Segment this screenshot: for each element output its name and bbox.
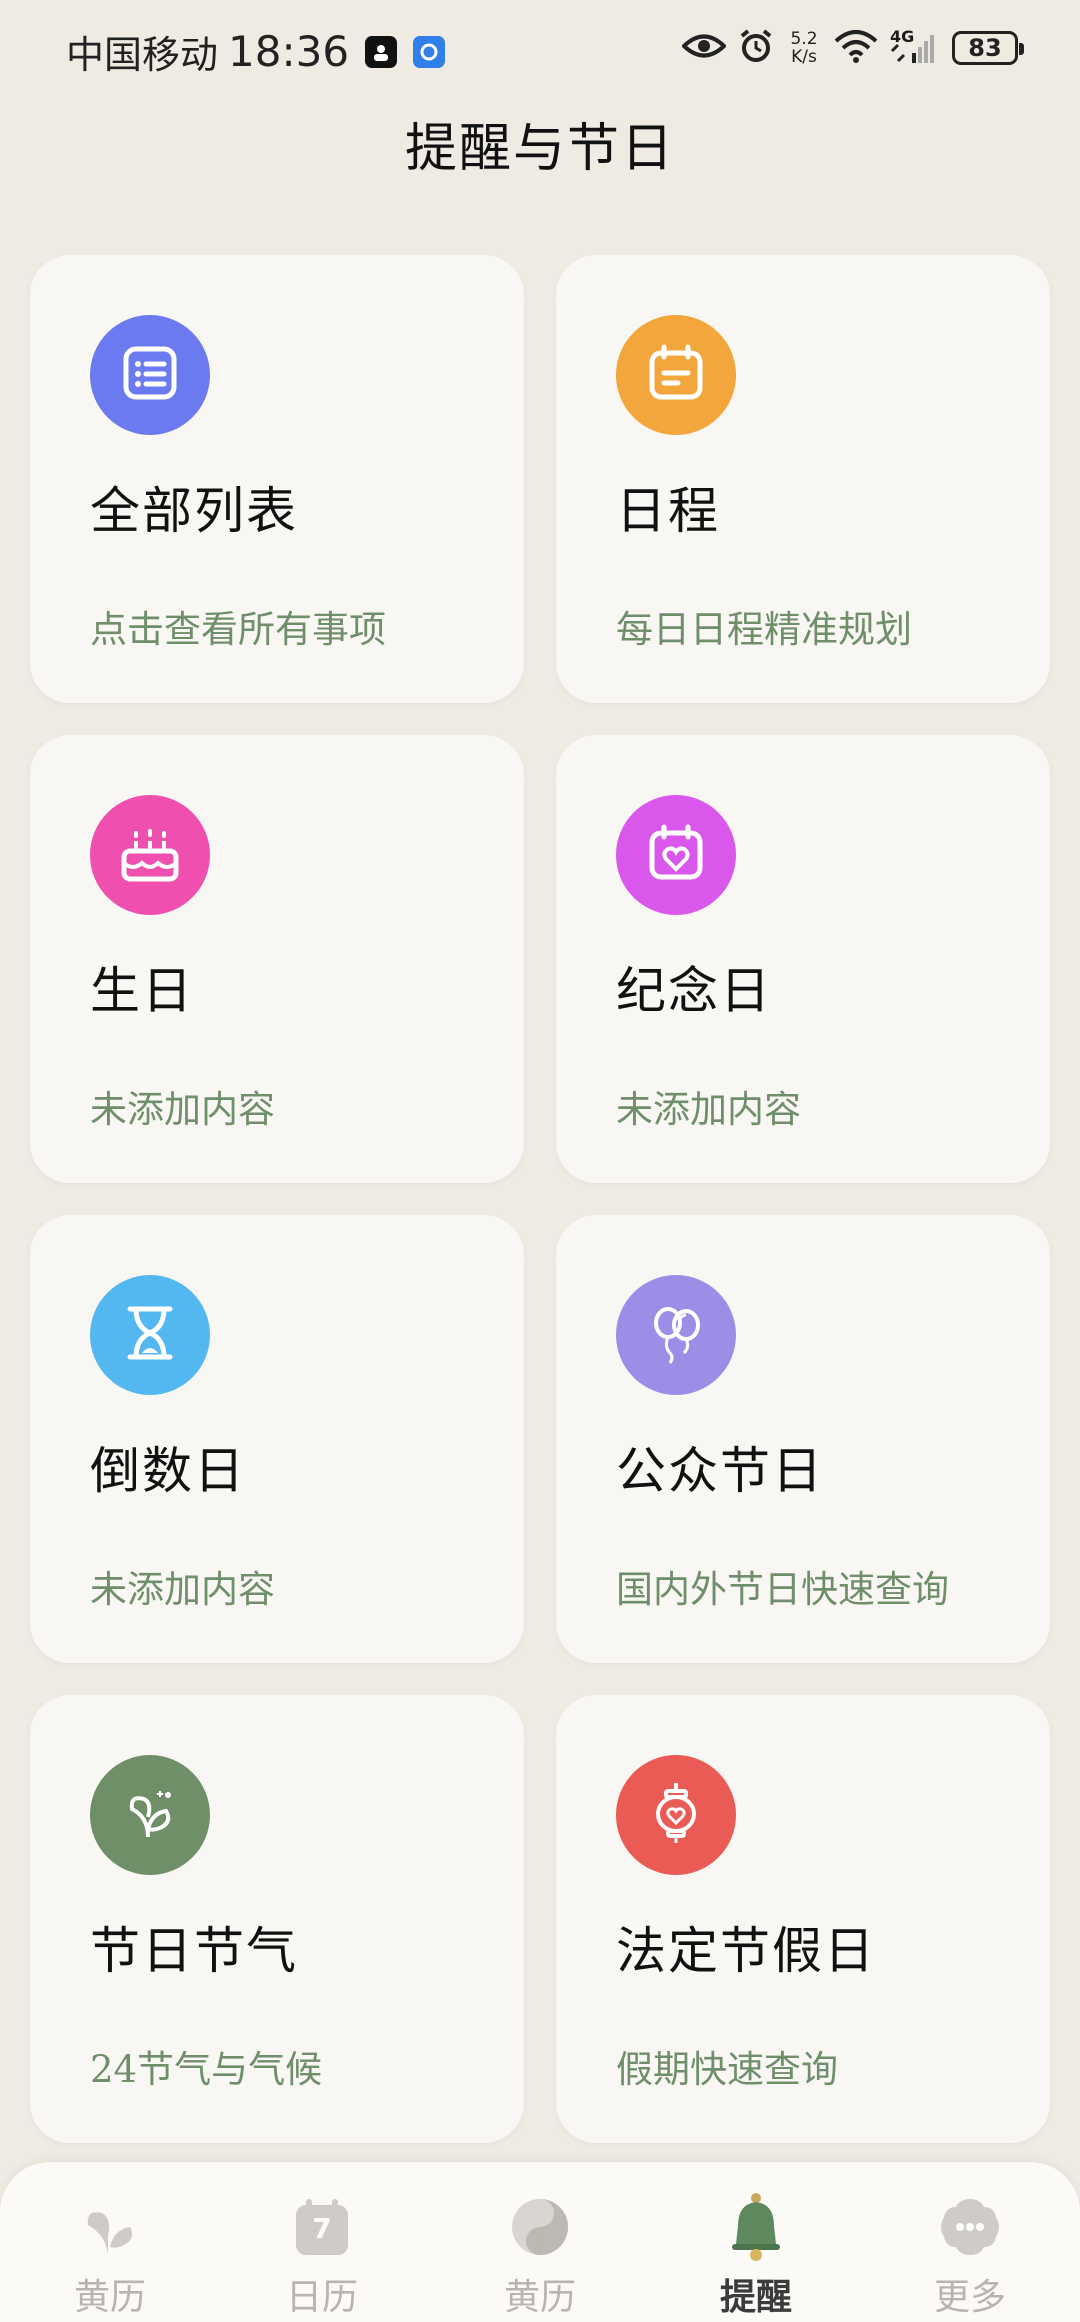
status-bar: 中国移动 18:36 5.2 K/s 4G 83 bbox=[0, 0, 1080, 104]
card-icon-bg bbox=[90, 795, 210, 915]
net-speed-value: 5.2 bbox=[790, 29, 818, 49]
card-subtitle: 24节气与气候 bbox=[90, 2048, 323, 2091]
nav-item-yellow-calendar[interactable]: 黄历 bbox=[460, 2192, 620, 2320]
card-title: 全部列表 bbox=[90, 482, 298, 540]
sprout-icon bbox=[118, 1781, 182, 1849]
battery-indicator: 83 bbox=[952, 31, 1024, 65]
page-title: 提醒与节日 bbox=[404, 119, 675, 179]
card-statutory-holidays[interactable]: 法定节假日 假期快速查询 bbox=[556, 1695, 1050, 2143]
card-title: 生日 bbox=[90, 962, 194, 1020]
card-solar-terms[interactable]: 节日节气 24节气与气候 bbox=[30, 1695, 524, 2143]
calendar-nav-icon: 7 bbox=[287, 2192, 357, 2262]
nav-item-calendar[interactable]: 7 日历 bbox=[242, 2192, 402, 2320]
card-anniversary[interactable]: 纪念日 未添加内容 bbox=[556, 735, 1050, 1183]
card-title: 公众节日 bbox=[616, 1442, 824, 1500]
card-subtitle: 国内外节日快速查询 bbox=[616, 1568, 949, 1611]
more-icon bbox=[935, 2192, 1005, 2262]
battery-level: 83 bbox=[968, 34, 1002, 62]
card-icon-bg bbox=[90, 1275, 210, 1395]
heart-calendar-icon bbox=[644, 821, 708, 889]
card-title: 日程 bbox=[616, 482, 720, 540]
card-icon-bg bbox=[616, 315, 736, 435]
card-title: 倒数日 bbox=[90, 1442, 246, 1500]
nav-label: 日历 bbox=[285, 2277, 358, 2318]
carrier-label: 中国移动 bbox=[66, 33, 219, 77]
nav-item-reminder[interactable]: 提醒 bbox=[676, 2192, 836, 2320]
nav-label: 黄历 bbox=[503, 2277, 576, 2318]
list-icon bbox=[118, 341, 182, 409]
sprout-nav-icon bbox=[75, 2192, 145, 2262]
bottom-nav: 黄历 7 日历 黄历 提醒 更多 bbox=[0, 2162, 1080, 2322]
clock: 18:36 bbox=[228, 27, 350, 76]
notification-assistant-icon bbox=[413, 35, 446, 68]
cake-icon bbox=[116, 821, 184, 889]
eye-icon bbox=[681, 31, 727, 65]
nav-label: 提醒 bbox=[719, 2276, 792, 2318]
card-title: 节日节气 bbox=[90, 1922, 298, 1980]
nav-item-more[interactable]: 更多 bbox=[890, 2192, 1050, 2320]
nav-label: 黄历 bbox=[73, 2277, 146, 2318]
card-subtitle: 未添加内容 bbox=[616, 1088, 801, 1131]
calendar-nav-day: 7 bbox=[312, 2212, 332, 2245]
yin-yang-icon bbox=[505, 2192, 575, 2262]
card-birthday[interactable]: 生日 未添加内容 bbox=[30, 735, 524, 1183]
network-type: 4G bbox=[890, 27, 915, 46]
card-title: 纪念日 bbox=[616, 962, 772, 1020]
card-subtitle: 假期快速查询 bbox=[616, 2048, 838, 2091]
card-subtitle: 未添加内容 bbox=[90, 1088, 275, 1131]
card-schedule[interactable]: 日程 每日日程精准规划 bbox=[556, 255, 1050, 703]
card-title: 法定节假日 bbox=[616, 1922, 876, 1980]
card-subtitle: 每日日程精准规划 bbox=[616, 608, 912, 651]
hourglass-icon bbox=[118, 1301, 182, 1369]
lantern-icon bbox=[644, 1781, 708, 1849]
card-countdown[interactable]: 倒数日 未添加内容 bbox=[30, 1215, 524, 1663]
calendar-icon bbox=[644, 341, 708, 409]
card-icon-bg bbox=[90, 1755, 210, 1875]
wifi-icon bbox=[834, 29, 878, 67]
nav-item-almanac[interactable]: 黄历 bbox=[30, 2192, 190, 2320]
balloons-icon bbox=[644, 1301, 708, 1369]
nav-label: 更多 bbox=[933, 2277, 1006, 2318]
alarm-icon bbox=[738, 28, 774, 68]
net-speed: 5.2 K/s bbox=[786, 30, 822, 66]
bell-icon bbox=[721, 2192, 791, 2262]
card-all-list[interactable]: 全部列表 点击查看所有事项 bbox=[30, 255, 524, 703]
card-subtitle: 未添加内容 bbox=[90, 1568, 275, 1611]
cellular-signal-icon: 4G bbox=[890, 27, 936, 65]
card-icon-bg bbox=[90, 315, 210, 435]
notification-app-icon bbox=[365, 35, 398, 68]
card-subtitle: 点击查看所有事项 bbox=[90, 608, 386, 651]
card-icon-bg bbox=[616, 1275, 736, 1395]
net-speed-unit: K/s bbox=[791, 47, 817, 67]
card-icon-bg bbox=[616, 795, 736, 915]
card-public-holidays[interactable]: 公众节日 国内外节日快速查询 bbox=[556, 1215, 1050, 1663]
card-icon-bg bbox=[616, 1755, 736, 1875]
